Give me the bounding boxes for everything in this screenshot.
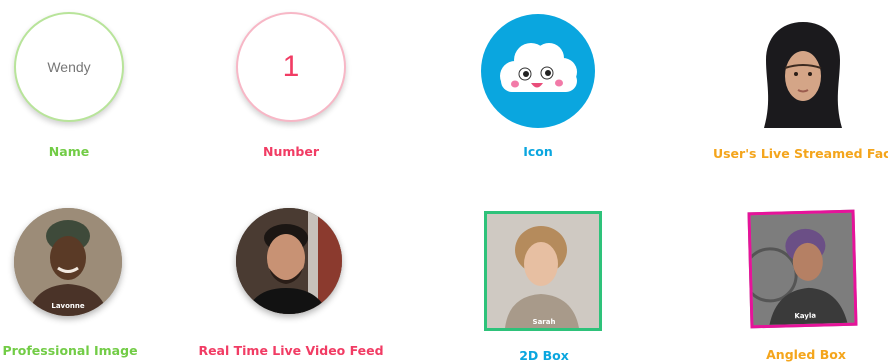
icon-label: Icon [523, 144, 553, 159]
name-label: Name [48, 144, 90, 159]
live-streamed-face-image [764, 22, 842, 128]
professional-image-avatar: Lavonne [14, 208, 122, 316]
box-2d-label: 2D Box [519, 348, 569, 363]
name-text: Wendy [47, 59, 91, 75]
box-2d-portrait [487, 214, 599, 328]
live-video-feed-label: Real Time Live Video Feed [198, 343, 384, 358]
video-feed-frame [236, 208, 342, 314]
angled-box-portrait [750, 212, 855, 326]
angled-box-frame: Kayla [747, 209, 858, 329]
professional-portrait [14, 208, 122, 316]
box-2d-caption: Sarah [532, 318, 556, 326]
angled-box-caption: Kayla [794, 311, 817, 321]
smiling-cloud-icon [500, 43, 577, 92]
live-video-feed-avatar [236, 208, 342, 314]
name-avatar: Wendy [14, 12, 124, 122]
icon-avatar [481, 14, 595, 128]
number-label: Number [263, 144, 319, 159]
angled-box-label: Angled Box [766, 347, 846, 362]
number-avatar: 1 [236, 12, 346, 122]
live-streamed-face-label: User's Live Streamed Face [712, 146, 888, 161]
box-2d-frame: Sarah [484, 211, 602, 331]
number-text: 1 [282, 50, 300, 83]
professional-caption: Lavonne [51, 302, 85, 310]
professional-image-label: Professional Image [2, 343, 138, 358]
